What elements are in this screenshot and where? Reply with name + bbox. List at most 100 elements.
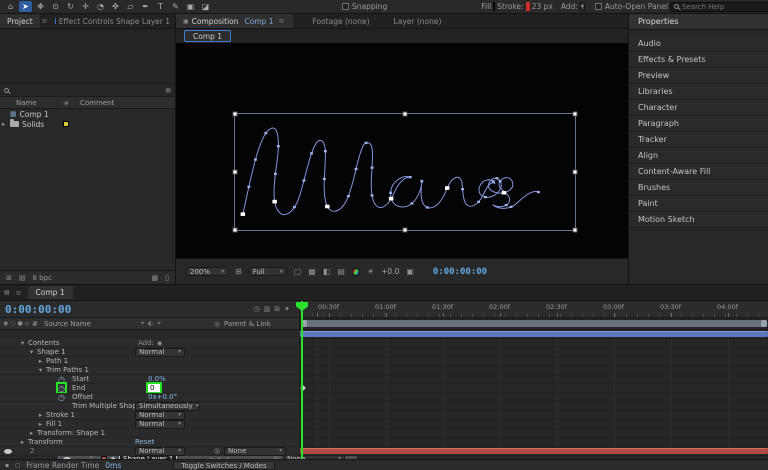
exposure-icon[interactable]: ☀ (367, 267, 374, 276)
auto-open-checkbox[interactable] (595, 3, 602, 10)
panel-align[interactable]: Align (629, 148, 768, 164)
draft-3d-icon[interactable]: ◻ (15, 462, 20, 469)
stopwatch-icon[interactable]: ◷ (58, 384, 65, 392)
column-label-icon[interactable]: ◈ (58, 99, 76, 107)
project-item-comp-1[interactable]: ▦Comp 1 (0, 109, 175, 119)
blend-mode-dropdown[interactable]: Normal▾ (135, 447, 185, 455)
tab-composition[interactable]: ▣ Composition Comp 1 ≡ (176, 14, 293, 28)
channel-icon[interactable] (352, 268, 360, 276)
label-color-chip[interactable] (63, 121, 69, 127)
twirl-toggle[interactable]: ▸ (37, 411, 44, 419)
work-area-bar[interactable] (301, 320, 767, 327)
selection-handle[interactable] (403, 112, 408, 117)
selection-handle[interactable] (573, 112, 578, 117)
tab-project[interactable]: Project (0, 14, 40, 28)
panel-libraries[interactable]: Libraries (629, 84, 768, 100)
pan-camera-tool[interactable]: ✛ (79, 1, 92, 12)
panel-character[interactable]: Character (629, 100, 768, 116)
work-area-strip[interactable] (300, 318, 768, 330)
layer-duration-bar[interactable] (300, 331, 768, 337)
help-search[interactable] (670, 2, 768, 12)
panel-preview[interactable]: Preview (629, 68, 768, 84)
twirl-toggle[interactable]: ▾ (28, 348, 35, 356)
layer-duration-bar[interactable] (300, 448, 768, 454)
project-item-solids[interactable]: ▸Solids (0, 119, 175, 129)
selection-handle[interactable] (233, 112, 238, 117)
twirl-toggle[interactable]: ▸ (37, 357, 44, 365)
magnification-dropdown[interactable]: 200%▾ (186, 267, 228, 276)
selection-tool[interactable]: ➤ (19, 1, 32, 12)
panel-tracker[interactable]: Tracker (629, 132, 768, 148)
timeline-ruler[interactable]: 00:30f01:00f01:30f02:00f02:30f03:00f03:3… (300, 301, 768, 318)
tab-footage[interactable]: Footage (none) (307, 17, 374, 26)
eraser-tool[interactable]: ◪ (199, 1, 212, 12)
anchor-point-tool[interactable]: ✜ (109, 1, 122, 12)
tab-layer[interactable]: Layer (none) (389, 17, 447, 26)
composition-mini-icon[interactable]: ▪ (5, 462, 9, 469)
properties-panel-header[interactable]: Properties (629, 14, 768, 30)
property-value-input[interactable]: 0 (148, 384, 160, 392)
project-search-row[interactable]: ▤ (0, 84, 175, 97)
panel-content-aware-fill[interactable]: Content-Aware Fill (629, 164, 768, 180)
property-value[interactable]: 0.0% (148, 375, 166, 383)
property-value[interactable]: 0x+0.0° (148, 393, 177, 401)
viewer-timecode[interactable]: 0:00:00:00 (433, 267, 487, 277)
property-dropdown[interactable]: Simultaneously▾ (135, 402, 199, 410)
selection-handle[interactable] (573, 170, 578, 175)
grid-options-icon[interactable]: ⊞ (235, 267, 242, 276)
orbit-camera-tool[interactable]: ↻ (64, 1, 77, 12)
search-input[interactable] (682, 3, 768, 11)
snapping-toggle[interactable]: Snapping (342, 2, 387, 11)
home-tool[interactable]: ⌂ (4, 1, 17, 12)
timeline-view-icons[interactable]: ◷▥⊞✦ (254, 305, 294, 313)
resolution-dropdown[interactable]: Full▾ (249, 267, 287, 276)
blend-mode-dropdown[interactable]: Normal▾ (135, 348, 185, 356)
shape-selection-box[interactable] (234, 113, 576, 231)
guides-icon[interactable]: ▤ (337, 267, 345, 276)
twirl-toggle[interactable]: ▸ (19, 438, 26, 446)
stroke-color-swatch[interactable] (526, 2, 530, 11)
selection-handle[interactable] (403, 228, 408, 233)
panel-paragraph[interactable]: Paragraph (629, 116, 768, 132)
panel-paint[interactable]: Paint (629, 196, 768, 212)
interpret-footage-icon[interactable]: ⊞ (6, 274, 12, 282)
stroke-width-value[interactable]: 23 px (532, 2, 553, 11)
selection-handle[interactable] (573, 228, 578, 233)
timeline-tab-comp1[interactable]: Comp 1 (28, 286, 73, 299)
tab-effect-controls[interactable]: Effect Controls Shape Layer 1 (50, 17, 175, 26)
add-button[interactable]: ◉ (157, 339, 162, 347)
exposure-value[interactable]: +0.0 (381, 267, 399, 276)
panel-brushes[interactable]: Brushes (629, 180, 768, 196)
panel-audio[interactable]: Audio (629, 36, 768, 52)
stopwatch-icon[interactable]: ◷ (58, 375, 65, 383)
current-timecode[interactable]: 0:00:00:00 (5, 303, 71, 316)
project-column-headers[interactable]: Name ◈ Comment (0, 97, 175, 109)
clone-stamp-tool[interactable]: ▣ (184, 1, 197, 12)
new-folder-icon[interactable]: ▤ (19, 274, 26, 282)
project-flowchart-icon[interactable]: ▤ (165, 87, 171, 94)
toggle-switches-modes-button[interactable]: Toggle Switches / Modes (173, 461, 274, 470)
panel-menu-icon[interactable]: ≡ (40, 17, 50, 25)
twirl-toggle[interactable]: ▸ (28, 429, 35, 437)
column-name[interactable]: Name (0, 99, 58, 107)
layer-visibility-toggle[interactable] (4, 447, 12, 455)
panel-motion-sketch[interactable]: Motion Sketch (629, 212, 768, 228)
panel-menu-icon[interactable]: ≡ (14, 289, 24, 297)
type-tool[interactable]: T (154, 1, 167, 12)
selection-handle[interactable] (233, 170, 238, 175)
comp-mini-tab[interactable]: Comp 1 (184, 30, 231, 42)
zoom-tool[interactable]: ⊙ (49, 1, 62, 12)
auto-open-panel-toggle[interactable]: Auto-Open Panel (595, 2, 668, 11)
panel-effects-presets[interactable]: Effects & Presets (629, 52, 768, 68)
brush-tool[interactable]: ✎ (169, 1, 182, 12)
column-comment[interactable]: Comment (76, 99, 175, 107)
panel-menu-icon[interactable]: ≡ (277, 17, 287, 25)
add-shape-dropdown[interactable]: ▾ (580, 2, 585, 11)
region-of-interest-icon[interactable]: ▢ (294, 267, 302, 276)
new-composition-icon[interactable]: ▦ (152, 274, 159, 282)
snapshot-camera-icon[interactable]: ▣ (406, 267, 414, 276)
snapping-checkbox[interactable] (342, 3, 349, 10)
blend-mode-dropdown[interactable]: Normal▾ (135, 420, 185, 428)
bit-depth-label[interactable]: 8 bpc (33, 274, 52, 282)
rotation-tool[interactable]: ◔ (94, 1, 107, 12)
